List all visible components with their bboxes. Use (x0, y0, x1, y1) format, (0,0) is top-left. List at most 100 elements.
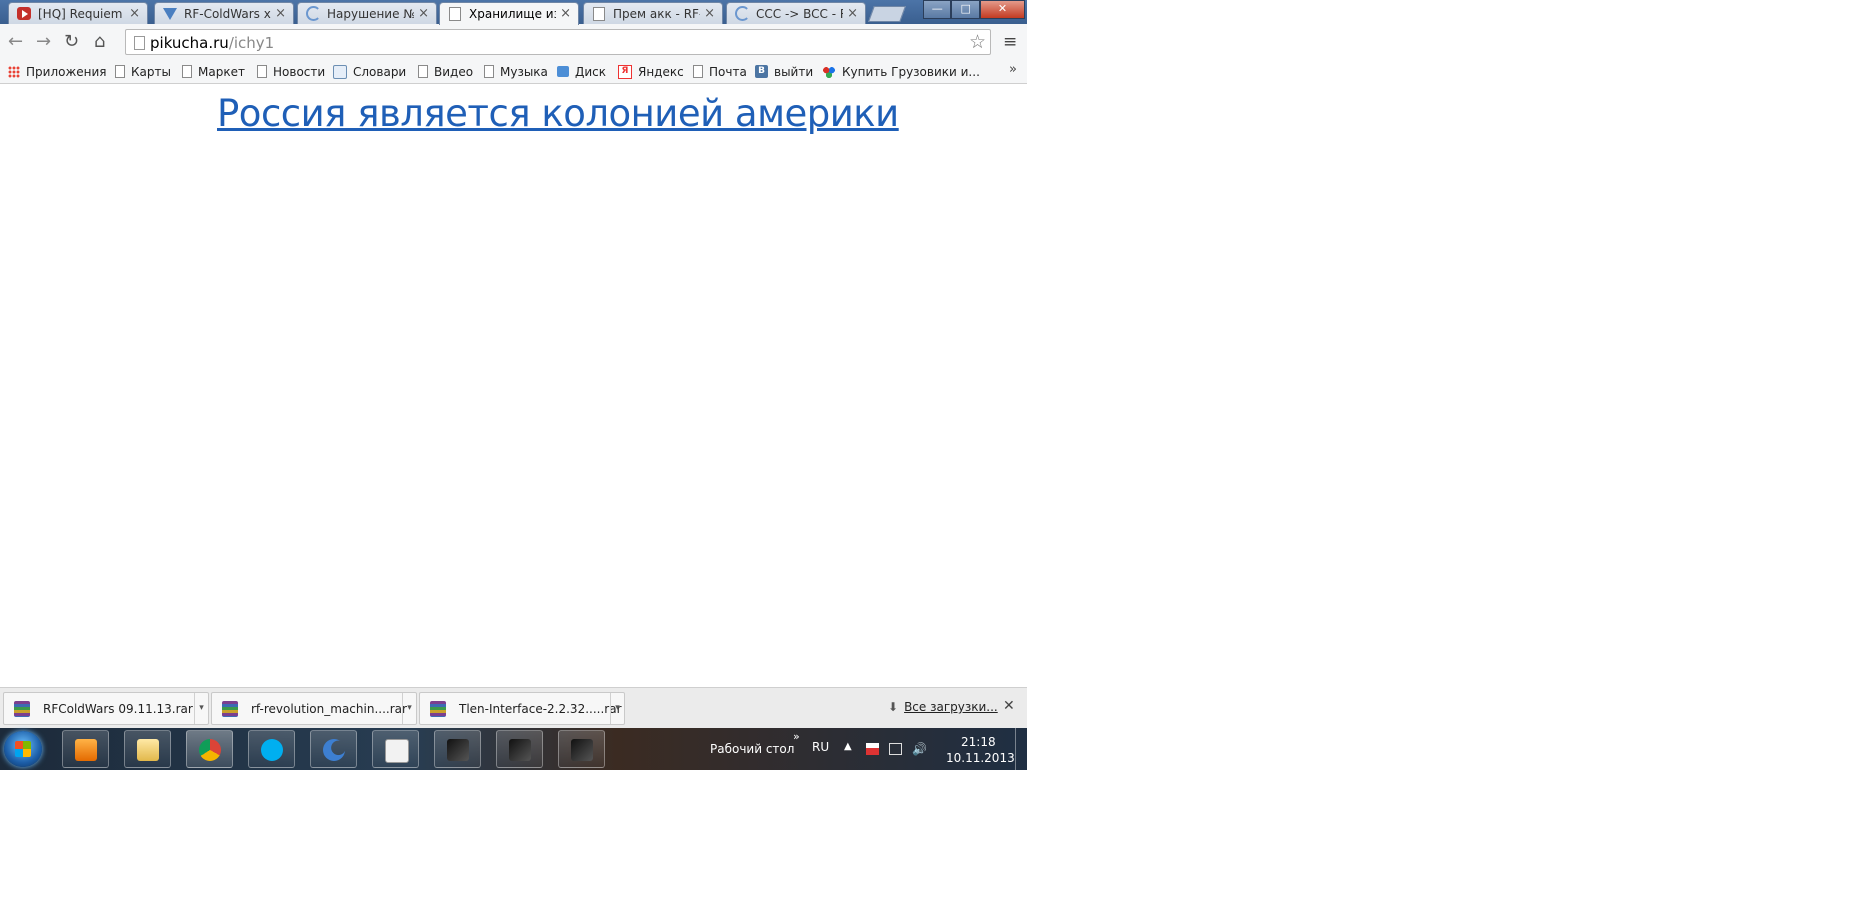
all-downloads-link[interactable]: ⬇ Все загрузки... (888, 700, 998, 714)
menu-icon[interactable]: ≡ (1003, 32, 1017, 52)
dictionary-icon (333, 64, 347, 79)
forward-button[interactable]: → (36, 32, 51, 52)
taskbar-moon-app[interactable] (310, 730, 357, 768)
windows-taskbar: Рабочий стол » RU ▲ 🔊 21:18 10.11.2013 (0, 728, 1027, 770)
page-icon (134, 36, 145, 50)
url-path: /ichy1 (228, 34, 275, 52)
close-shelf-icon[interactable]: ✕ (1003, 698, 1015, 714)
download-arrow-icon: ⬇ (888, 700, 899, 714)
bookmark-logout[interactable]: Bвыйти (755, 63, 813, 81)
tab-close-icon[interactable]: × (129, 6, 140, 21)
media-player-icon (75, 739, 97, 761)
bookmark-label: Музыка (500, 65, 548, 79)
bookmark-disk[interactable]: Диск (557, 63, 606, 81)
rf-icon (163, 8, 177, 20)
network-icon[interactable] (889, 743, 902, 755)
volume-icon[interactable]: 🔊 (912, 743, 927, 755)
tab-close-icon[interactable]: × (847, 6, 858, 21)
download-menu-button[interactable]: ▾ (610, 693, 624, 724)
bookmark-music[interactable]: Музыка (484, 63, 548, 81)
taskbar-game-window[interactable] (496, 730, 543, 768)
tab-image-storage[interactable]: Хранилище изо × (439, 2, 579, 25)
address-bar[interactable]: pikucha.ru/ichy1 ☆ (125, 29, 991, 55)
language-indicator[interactable]: RU (812, 740, 829, 754)
bookmark-dictionaries[interactable]: Словари (333, 63, 406, 81)
page-icon (449, 7, 461, 21)
action-center-flag-icon[interactable] (866, 743, 879, 755)
tab-close-icon[interactable]: × (418, 6, 429, 21)
tab-close-icon[interactable]: × (560, 6, 571, 21)
bookmark-maps[interactable]: Карты (115, 63, 171, 81)
bookmark-video[interactable]: Видео (418, 63, 473, 81)
youtube-icon (17, 7, 31, 20)
download-item[interactable]: rf-revolution_machin....rar ▾ (211, 692, 417, 725)
bookmark-label: Яндекс (638, 65, 684, 79)
home-button[interactable]: ⌂ (94, 32, 105, 52)
back-button[interactable]: ← (8, 32, 23, 52)
clock-date[interactable]: 10.11.2013 (946, 751, 1015, 765)
maximize-button[interactable]: □ (951, 0, 980, 19)
download-menu-button[interactable]: ▾ (402, 693, 416, 724)
tab-requiem[interactable]: [HQ] Requiem fo × (8, 2, 148, 24)
tab-title: CCC -> BCC - RF (756, 7, 843, 21)
clock-time[interactable]: 21:18 (961, 735, 996, 749)
page-icon (182, 65, 192, 78)
tab-close-icon[interactable]: × (704, 6, 715, 21)
taskbar-document[interactable] (372, 730, 419, 768)
taskbar-skype[interactable] (248, 730, 295, 768)
bookmark-market[interactable]: Маркет (182, 63, 245, 81)
moon-icon (323, 739, 345, 761)
start-button[interactable] (4, 731, 42, 767)
bookmark-yandex[interactable]: Я Яндекс (618, 63, 684, 81)
tab-title: [HQ] Requiem fo (38, 7, 125, 21)
tab-violation[interactable]: Нарушение №1 × (297, 2, 437, 24)
taskbar-media-player[interactable] (62, 730, 109, 768)
loading-icon (735, 6, 750, 21)
taskbar-game-window[interactable] (558, 730, 605, 768)
taskbar-chrome[interactable] (186, 730, 233, 768)
show-desktop-button[interactable] (1015, 728, 1027, 770)
headline-link[interactable]: Россия является колонией америки (217, 92, 899, 135)
desktop-toolbar-overflow[interactable]: » (793, 730, 800, 743)
all-downloads-label: Все загрузки... (904, 700, 998, 714)
bookmark-news[interactable]: Новости (257, 63, 325, 81)
taskbar-game-window[interactable] (434, 730, 481, 768)
screen: [HQ] Requiem fo × RF-ColdWars x10 × Нару… (0, 0, 1027, 770)
tab-prem-akk[interactable]: Прем акк - RF-C × (583, 2, 723, 24)
bookmark-mail[interactable]: Почта (693, 63, 747, 81)
yandex-icon: Я (618, 64, 632, 79)
download-filename: Tlen-Interface-2.2.32.....rar (459, 702, 622, 716)
desktop-toolbar-label[interactable]: Рабочий стол (710, 742, 794, 756)
bookmark-apps[interactable]: Приложения (8, 63, 107, 81)
page-icon (593, 7, 605, 21)
bookmark-star-icon[interactable]: ☆ (969, 31, 986, 53)
rar-archive-icon (14, 701, 30, 717)
game-icon (509, 739, 531, 761)
page-icon (115, 65, 125, 78)
apps-icon (8, 65, 20, 78)
folder-icon (137, 739, 159, 761)
tab-rf-coldwars[interactable]: RF-ColdWars x10 × (154, 2, 294, 24)
tab-ccc-bcc[interactable]: CCC -> BCC - RF × (726, 2, 866, 24)
taskbar-explorer[interactable] (124, 730, 171, 768)
bookmark-trucks[interactable]: Купить Грузовики и... (822, 63, 980, 81)
new-tab-button[interactable] (868, 6, 906, 22)
download-filename: rf-revolution_machin....rar (251, 702, 407, 716)
bookmark-label: Карты (131, 65, 171, 79)
download-item[interactable]: RFColdWars 09.11.13.rar ▾ (3, 692, 209, 725)
page-icon (418, 65, 428, 78)
url-host: pikucha.ru (150, 34, 229, 52)
tab-title: Прем акк - RF-C (613, 7, 700, 21)
download-menu-button[interactable]: ▾ (194, 693, 208, 724)
close-window-button[interactable]: ✕ (979, 0, 1026, 19)
url-text[interactable]: pikucha.ru/ichy1 (150, 34, 274, 52)
bookmark-label: Почта (709, 65, 747, 79)
minimize-button[interactable]: — (923, 0, 952, 19)
bookmark-label: Видео (434, 65, 474, 79)
reload-button[interactable]: ↻ (64, 32, 79, 52)
loading-icon (306, 6, 321, 21)
download-item[interactable]: Tlen-Interface-2.2.32.....rar ▾ (419, 692, 625, 725)
tab-close-icon[interactable]: × (275, 6, 286, 21)
show-hidden-icons-button[interactable]: ▲ (844, 741, 852, 752)
bookmarks-overflow-button[interactable]: » (1009, 62, 1017, 77)
